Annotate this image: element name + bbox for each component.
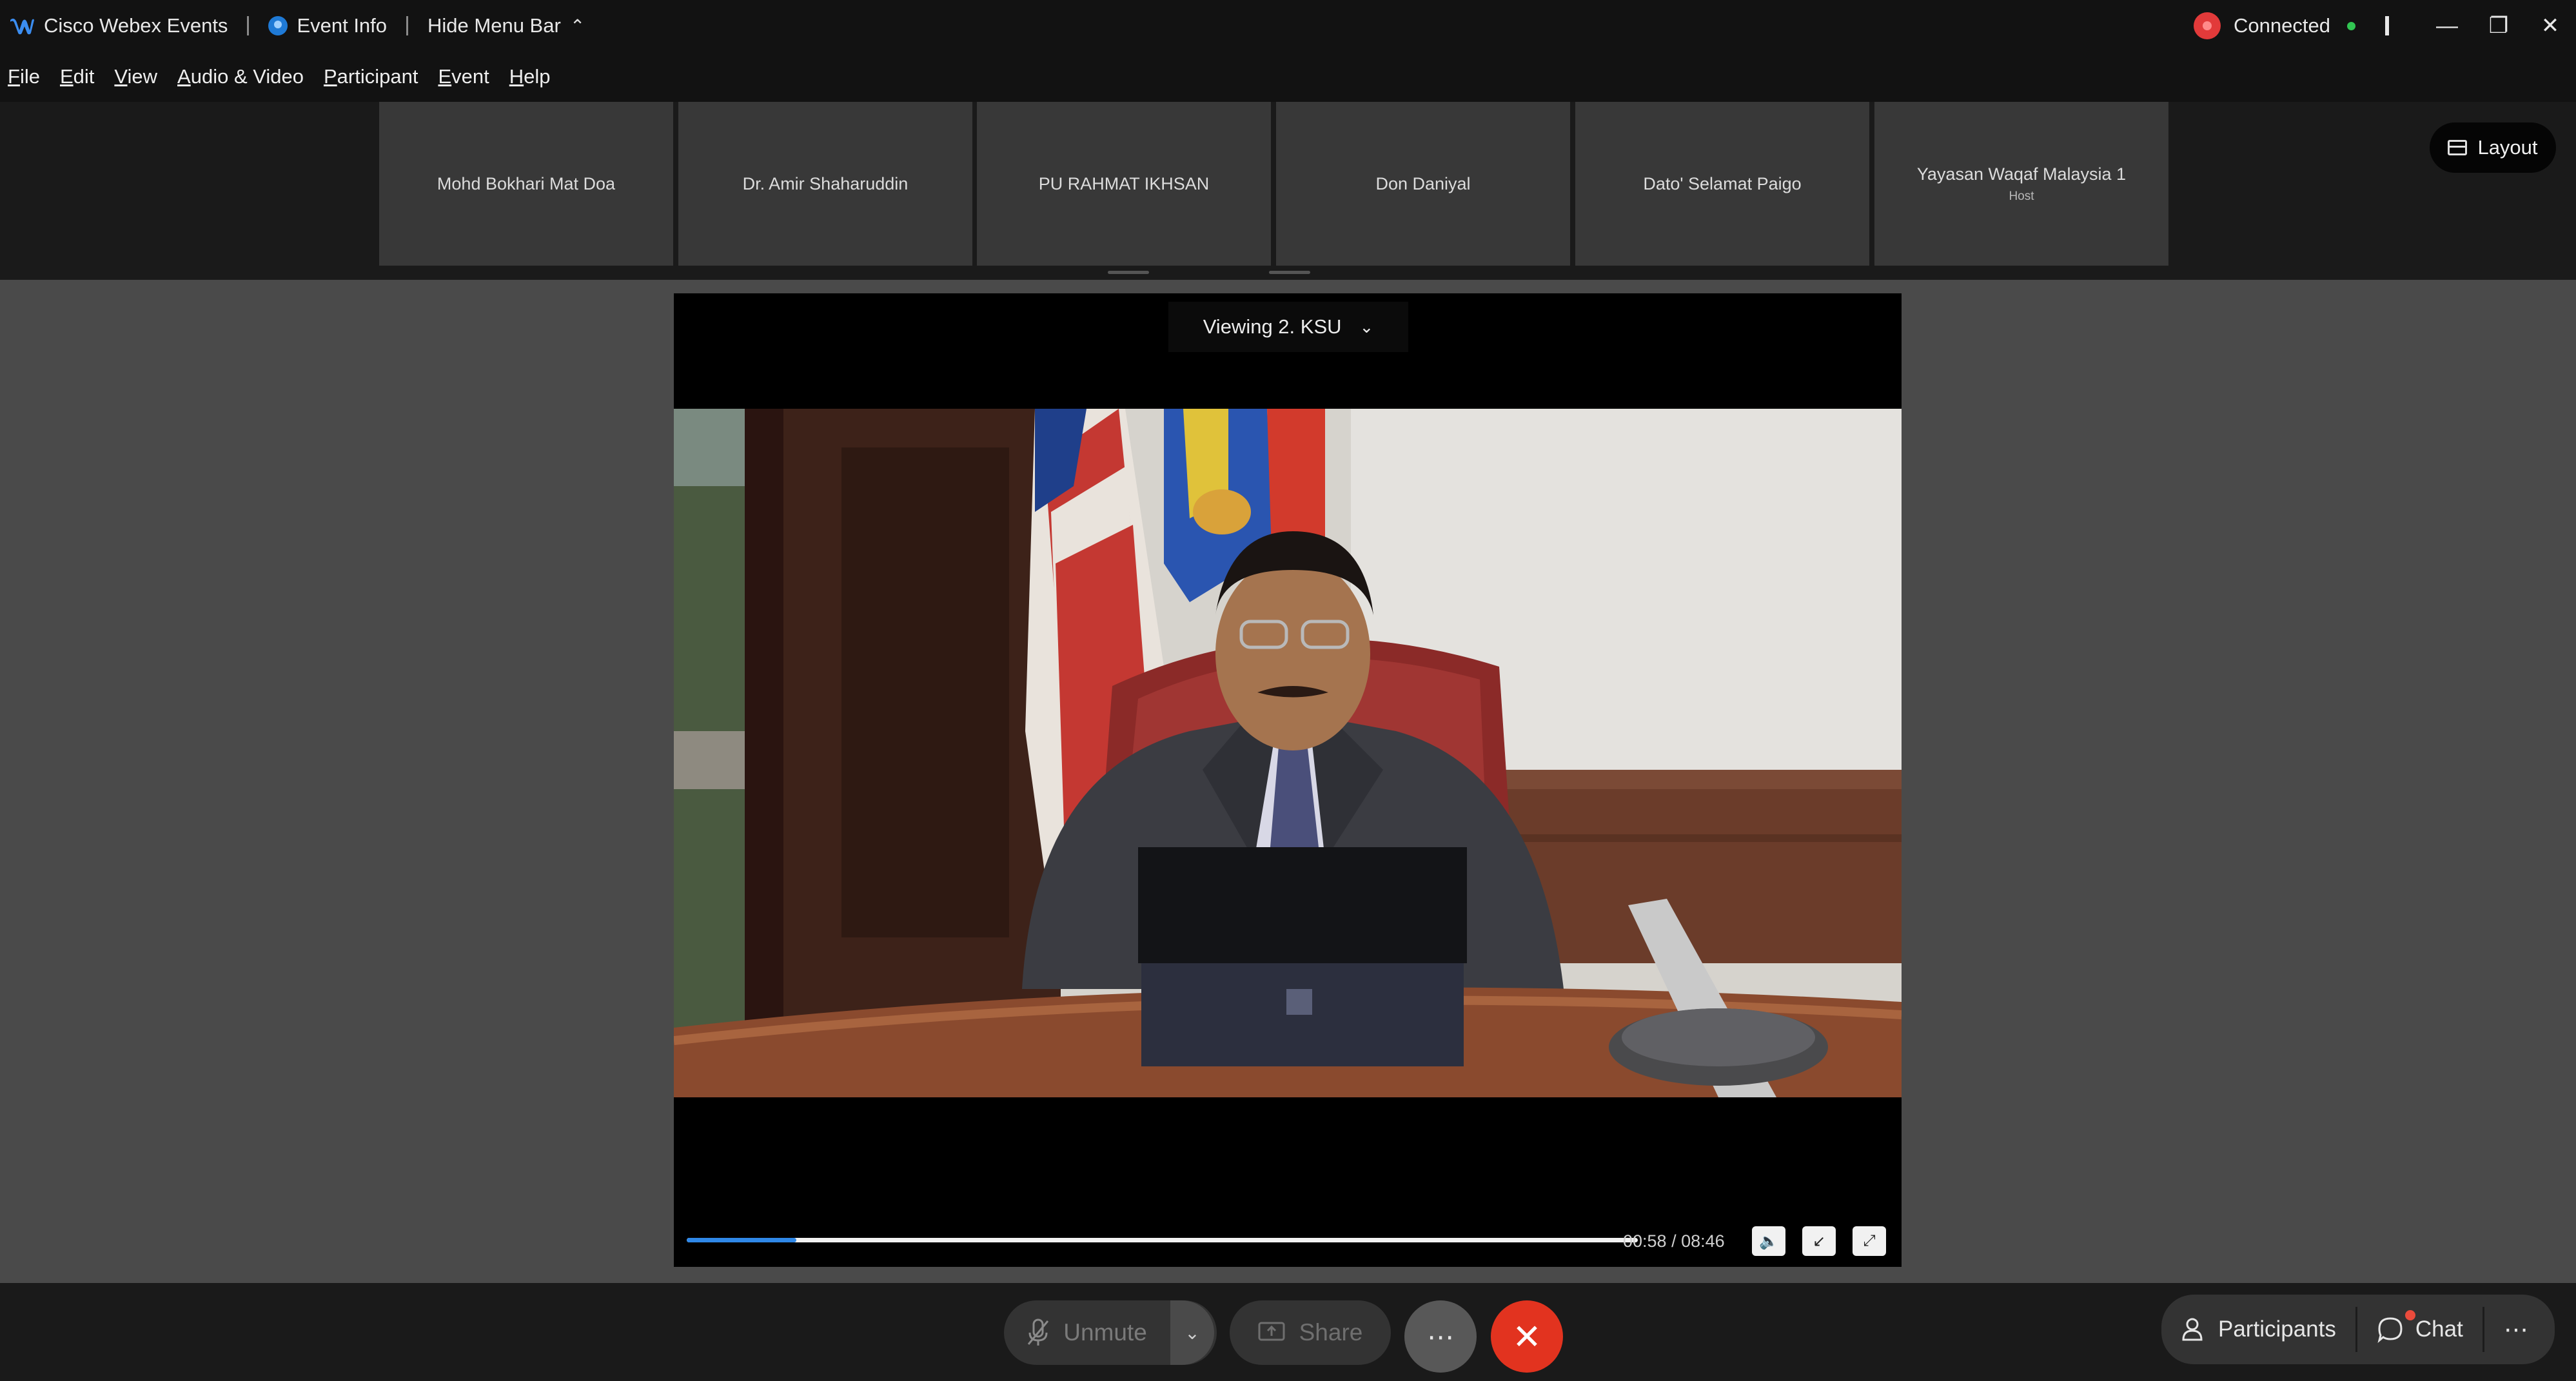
speaker-video-frame bbox=[674, 409, 1902, 1097]
webex-logo-icon bbox=[10, 18, 34, 35]
connection-status: Connected bbox=[2234, 14, 2330, 37]
menu-bar: File Edit View Audio & Video Participant… bbox=[0, 52, 2576, 102]
progress-bar[interactable] bbox=[687, 1238, 1638, 1242]
hide-menu-bar-button[interactable]: Hide Menu Bar bbox=[428, 14, 561, 37]
viewing-selector[interactable]: Viewing 2. KSU ⌄ bbox=[1168, 302, 1408, 352]
unmute-control: Unmute ⌄ bbox=[1004, 1300, 1217, 1365]
app-name: Cisco Webex Events bbox=[44, 14, 228, 37]
participant-tile[interactable]: Yayasan Waqaf Malaysia 1 Host bbox=[1874, 102, 2168, 266]
share-button[interactable]: Share bbox=[1230, 1300, 1391, 1365]
menu-edit[interactable]: Edit bbox=[60, 65, 94, 88]
chevron-down-icon: ⌄ bbox=[1359, 317, 1374, 337]
menu-event[interactable]: Event bbox=[438, 65, 489, 88]
participant-name: Don Daniyal bbox=[1375, 173, 1471, 193]
participant-tile[interactable]: PU RAHMAT IKHSAN bbox=[977, 102, 1271, 266]
panel-controls: Participants Chat ⋯ bbox=[2161, 1295, 2555, 1364]
participant-tile[interactable]: Dr. Amir Shaharuddin bbox=[678, 102, 972, 266]
unmute-button[interactable]: Unmute bbox=[1004, 1300, 1170, 1365]
layout-button[interactable]: Layout bbox=[2430, 122, 2556, 173]
audio-options-chevron-icon[interactable]: ⌄ bbox=[1170, 1300, 1214, 1365]
shared-video bbox=[674, 409, 1902, 1097]
strip-scroll-handle[interactable] bbox=[1269, 271, 1310, 274]
window-divider bbox=[2385, 16, 2389, 35]
participants-icon bbox=[2182, 1318, 2203, 1341]
recording-indicator-icon bbox=[2194, 12, 2221, 39]
menu-help[interactable]: Help bbox=[509, 65, 551, 88]
host-badge: Host bbox=[2009, 189, 2034, 203]
close-icon: ✕ bbox=[1512, 1317, 1542, 1357]
microphone-muted-icon bbox=[1028, 1318, 1049, 1346]
layout-label: Layout bbox=[2477, 136, 2538, 159]
fullscreen-icon[interactable]: ⤢ bbox=[1853, 1226, 1886, 1256]
chat-notification-badge bbox=[2404, 1310, 2415, 1320]
playback-time: 00:58 / 08:46 bbox=[1623, 1231, 1725, 1251]
more-panels-icon[interactable]: ⋯ bbox=[2484, 1295, 2548, 1364]
share-screen-icon bbox=[1258, 1322, 1285, 1341]
share-label: Share bbox=[1299, 1319, 1363, 1346]
progress-fill bbox=[687, 1238, 796, 1242]
menu-view[interactable]: View bbox=[114, 65, 157, 88]
meeting-toolbar: Unmute ⌄ Share ⋯ ✕ Participants Chat ⋯ bbox=[0, 1283, 2576, 1381]
participants-button[interactable]: Participants bbox=[2161, 1295, 2355, 1364]
participant-name: Dr. Amir Shaharuddin bbox=[742, 173, 909, 193]
volume-icon[interactable]: 🔈 bbox=[1752, 1226, 1785, 1256]
unmute-label: Unmute bbox=[1063, 1319, 1147, 1346]
participant-tile[interactable]: Mohd Bokhari Mat Doa bbox=[379, 102, 673, 266]
menu-file[interactable]: File bbox=[8, 65, 40, 88]
participant-name: Yayasan Waqaf Malaysia 1 bbox=[1916, 164, 2127, 184]
layout-icon bbox=[2448, 140, 2468, 155]
participant-name: Mohd Bokhari Mat Doa bbox=[437, 173, 616, 193]
close-icon[interactable]: ✕ bbox=[2524, 0, 2576, 52]
title-separator bbox=[247, 16, 250, 35]
participants-label: Participants bbox=[2218, 1317, 2336, 1342]
more-options-icon[interactable]: ⋯ bbox=[1404, 1300, 1477, 1373]
chat-icon bbox=[2377, 1317, 2403, 1343]
player-controls: 00:58 / 08:46 🔈 ↙ ⤢ bbox=[674, 1219, 1902, 1264]
minimize-video-icon[interactable]: ↙ bbox=[1802, 1226, 1836, 1256]
participant-strip: Mohd Bokhari Mat Doa Dr. Amir Shaharuddi… bbox=[0, 102, 2576, 280]
participant-name: Dato' Selamat Paigo bbox=[1643, 173, 1802, 193]
event-info-icon[interactable] bbox=[268, 16, 288, 35]
participant-tile[interactable]: Don Daniyal bbox=[1276, 102, 1570, 266]
minimize-icon[interactable]: — bbox=[2421, 0, 2473, 52]
participant-tile[interactable]: Dato' Selamat Paigo bbox=[1575, 102, 1869, 266]
menu-audio-video[interactable]: Audio & Video bbox=[177, 65, 304, 88]
chat-label: Chat bbox=[2415, 1317, 2463, 1342]
menu-participant[interactable]: Participant bbox=[324, 65, 418, 88]
chevron-up-icon[interactable]: ⌃ bbox=[570, 15, 585, 37]
title-separator bbox=[406, 16, 409, 35]
chat-button[interactable]: Chat bbox=[2357, 1295, 2483, 1364]
connected-dot-icon bbox=[2347, 21, 2355, 30]
strip-scroll-handle[interactable] bbox=[1108, 271, 1149, 274]
restore-icon[interactable]: ❐ bbox=[2473, 0, 2524, 52]
end-meeting-button[interactable]: ✕ bbox=[1491, 1300, 1563, 1373]
participant-name: PU RAHMAT IKHSAN bbox=[1038, 173, 1210, 193]
event-info-button[interactable]: Event Info bbox=[297, 14, 387, 37]
title-bar: Cisco Webex Events Event Info Hide Menu … bbox=[0, 0, 2576, 52]
viewing-label: Viewing 2. KSU bbox=[1203, 315, 1342, 338]
